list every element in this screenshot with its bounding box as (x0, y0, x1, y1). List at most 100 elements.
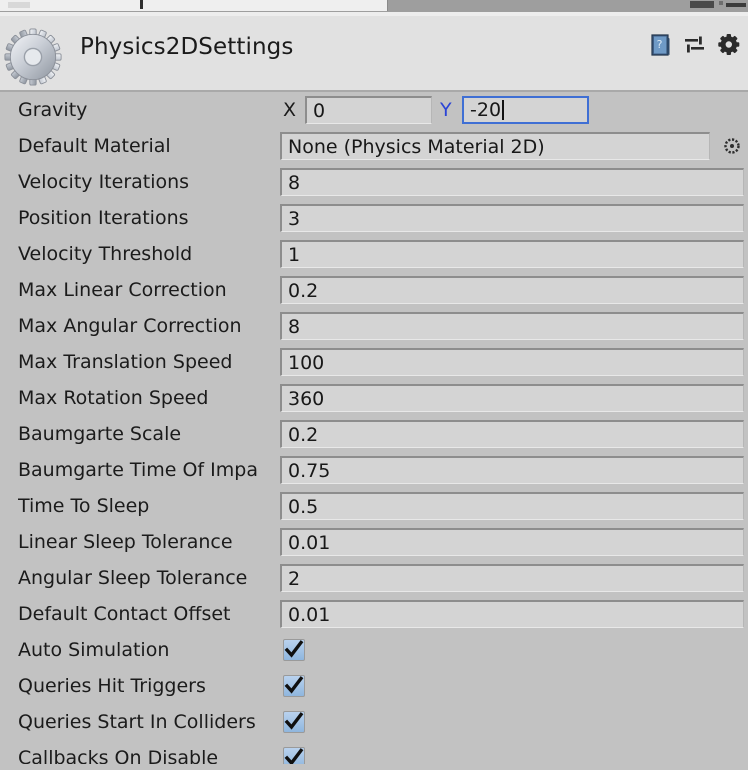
number-value: 1 (288, 243, 301, 266)
number-input[interactable]: 3 (280, 204, 744, 232)
inspector-window: Physics2DSettings ? Gravity X 0 Y -20 De… (0, 0, 748, 770)
number-value: 0.01 (288, 603, 331, 626)
property-row: Position Iterations 3 (0, 200, 748, 236)
row-label: Linear Sleep Tolerance (18, 531, 233, 553)
row-label: Position Iterations (18, 207, 189, 229)
number-input[interactable]: 0.75 (280, 456, 744, 484)
number-value: 0.2 (288, 279, 319, 302)
toggle-property-rows: Auto Simulation Queries Hit Triggers Queri… (0, 632, 748, 764)
property-row: Baumgarte Scale 0.2 (0, 416, 748, 452)
row-label: Queries Hit Triggers (18, 675, 206, 697)
number-input[interactable]: 0.2 (280, 420, 744, 448)
property-row: Linear Sleep Tolerance 0.01 (0, 524, 748, 560)
property-row-toggle: Auto Simulation (0, 632, 748, 668)
row-label: Angular Sleep Tolerance (18, 567, 248, 589)
property-row-gravity: Gravity X 0 Y -20 (0, 92, 748, 128)
number-input[interactable]: 2 (280, 564, 744, 592)
row-label: Time To Sleep (18, 495, 150, 517)
number-value: 8 (288, 315, 301, 338)
number-value: 0.01 (288, 531, 331, 554)
checkmark-icon (284, 748, 304, 764)
number-input[interactable]: 100 (280, 348, 744, 376)
row-label: Gravity (18, 99, 88, 121)
property-row: Velocity Threshold 1 (0, 236, 748, 272)
page-title: Physics2DSettings (80, 34, 294, 60)
number-input[interactable]: 1 (280, 240, 744, 268)
property-row: Max Angular Correction 8 (0, 308, 748, 344)
default-material-object-field[interactable]: None (Physics Material 2D) (280, 132, 710, 160)
row-label: Max Rotation Speed (18, 387, 209, 409)
row-label: Max Linear Correction (18, 279, 227, 301)
gravity-x-axis-label: X (283, 99, 297, 121)
inspector-header: Physics2DSettings ? (0, 16, 748, 92)
number-input[interactable]: 0.5 (280, 492, 744, 520)
property-row: Max Linear Correction 0.2 (0, 272, 748, 308)
inspector-body: Gravity X 0 Y -20 Default Material None … (0, 92, 748, 770)
checkmark-icon (284, 676, 304, 694)
number-input[interactable]: 0.01 (280, 528, 744, 556)
property-row: Default Contact Offset 0.01 (0, 596, 748, 632)
number-value: 2 (288, 567, 301, 590)
number-value: 0.75 (288, 459, 331, 482)
property-row: Velocity Iterations 8 (0, 164, 748, 200)
row-label: Velocity Iterations (18, 171, 190, 193)
row-label: Baumgarte Time Of Impa (18, 459, 258, 481)
checkbox[interactable] (283, 639, 305, 661)
row-label: Default Material (18, 135, 171, 157)
window-button-1[interactable] (690, 1, 714, 8)
gear-icon (4, 28, 62, 86)
row-label: Max Translation Speed (18, 351, 233, 373)
gravity-y-value: -20 (470, 99, 502, 121)
gravity-y-input[interactable]: -20 (462, 96, 589, 124)
gravity-y-axis-label: Y (440, 99, 452, 121)
row-label: Auto Simulation (18, 639, 170, 661)
text-caret (502, 100, 505, 120)
tab-caret-icon (140, 0, 143, 9)
preset-sliders-icon[interactable] (682, 32, 708, 58)
property-row: Time To Sleep 0.5 (0, 488, 748, 524)
property-row: Angular Sleep Tolerance 2 (0, 560, 748, 596)
numeric-property-rows: Velocity Iterations 8 Position Iterations 3… (0, 164, 748, 632)
number-input[interactable]: 8 (280, 312, 744, 340)
number-value: 360 (288, 387, 325, 410)
header-icon-group: ? (648, 32, 742, 58)
property-row-default-material: Default Material None (Physics Material … (0, 128, 748, 164)
property-row-toggle: Queries Start In Colliders (0, 704, 748, 740)
checkbox[interactable] (283, 747, 305, 764)
window-tab-strip (0, 0, 748, 12)
number-value: 0.5 (288, 495, 319, 518)
checkmark-icon (284, 640, 304, 658)
object-picker-icon[interactable] (724, 138, 740, 154)
tab-icon (8, 2, 30, 8)
checkmark-icon (284, 712, 304, 730)
row-label: Velocity Threshold (18, 243, 193, 265)
property-row-toggle: Queries Hit Triggers (0, 668, 748, 704)
checkbox[interactable] (283, 711, 305, 733)
checkbox[interactable] (283, 675, 305, 697)
tab-active[interactable] (0, 0, 388, 11)
row-label: Callbacks On Disable (18, 747, 219, 764)
gravity-x-input[interactable]: 0 (305, 96, 432, 124)
number-input[interactable]: 0.2 (280, 276, 744, 304)
number-value: 8 (288, 171, 301, 194)
window-button-2[interactable] (719, 1, 723, 5)
settings-gear-icon[interactable] (716, 32, 742, 58)
svg-text:?: ? (657, 38, 663, 51)
gravity-x-value: 0 (313, 99, 326, 122)
number-input[interactable]: 8 (280, 168, 744, 196)
property-row: Max Rotation Speed 360 (0, 380, 748, 416)
number-value: 100 (288, 351, 325, 374)
number-input[interactable]: 0.01 (280, 600, 744, 628)
row-label: Queries Start In Colliders (18, 711, 256, 733)
number-value: 0.2 (288, 423, 319, 446)
property-row: Baumgarte Time Of Impa 0.75 (0, 452, 748, 488)
number-input[interactable]: 360 (280, 384, 744, 412)
help-book-icon[interactable]: ? (648, 32, 674, 58)
row-label: Baumgarte Scale (18, 423, 182, 445)
row-label: Default Contact Offset (18, 603, 231, 625)
default-material-value: None (Physics Material 2D) (288, 135, 545, 158)
window-button-3[interactable] (726, 3, 746, 7)
number-value: 3 (288, 207, 301, 230)
property-row: Max Translation Speed 100 (0, 344, 748, 380)
row-label: Max Angular Correction (18, 315, 242, 337)
